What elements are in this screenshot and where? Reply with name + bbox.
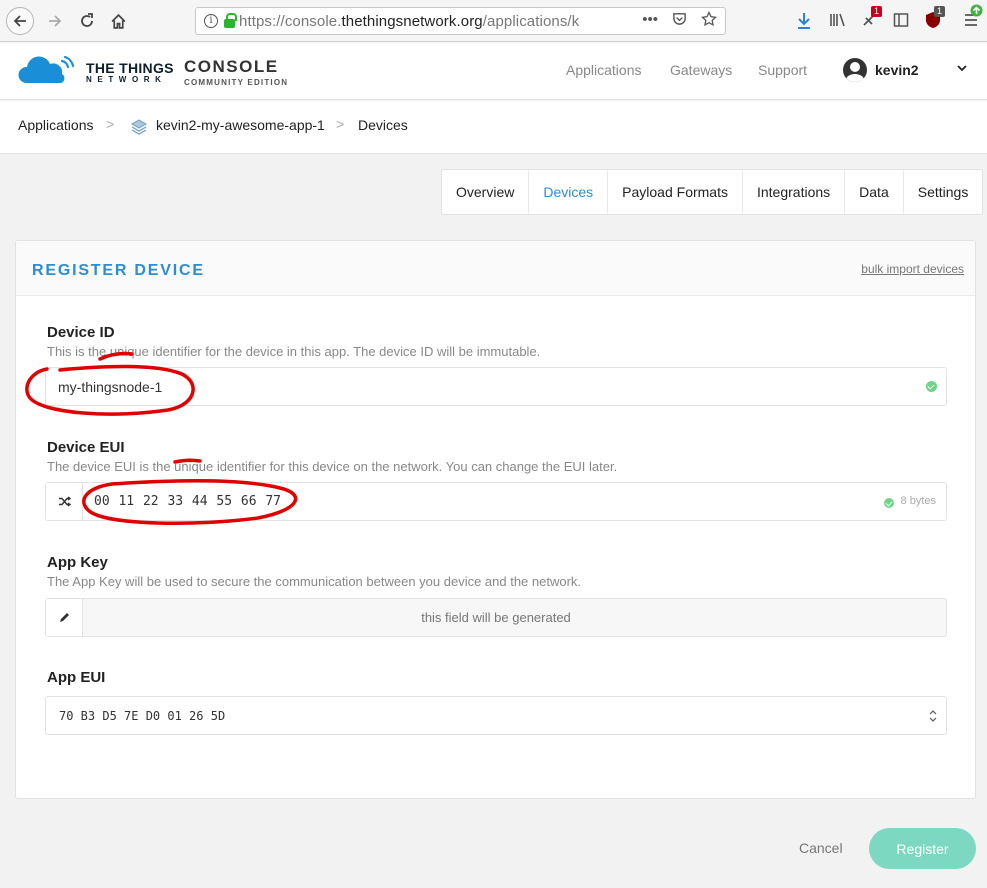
app-eui-select[interactable]: 70 B3 D5 7E D0 01 26 5D <box>45 696 947 735</box>
tab-settings[interactable]: Settings <box>904 170 983 214</box>
register-button[interactable]: Register <box>869 828 976 869</box>
ttn-cloud-logo-icon[interactable] <box>18 55 76 85</box>
register-device-card: REGISTER DEVICE bulk import devices Devi… <box>15 240 976 799</box>
reload-icon <box>81 13 93 27</box>
app-eui-value: 70 B3 D5 7E D0 01 26 5D <box>59 709 226 723</box>
browser-toolbar: i https://console.thethingsnetwork.org/a… <box>0 0 987 42</box>
ublock-badge: 1 <box>934 6 946 17</box>
check-icon <box>926 381 937 392</box>
logo-text-network: NETWORK <box>86 75 167 84</box>
device-id-value: my-thingsnode-1 <box>58 379 163 395</box>
device-eui-label: Device EUI <box>47 439 125 456</box>
app-key-description: The App Key will be used to secure the c… <box>47 574 582 589</box>
bookmark-star-icon[interactable] <box>701 11 717 27</box>
device-eui-value: 00 11 22 33 44 55 66 77 <box>94 494 282 509</box>
select-arrows-icon <box>929 710 937 722</box>
reload-button[interactable] <box>74 8 100 34</box>
url-bar[interactable]: i https://console.thethingsnetwork.org/a… <box>195 7 726 35</box>
tab-data[interactable]: Data <box>845 170 904 214</box>
app-eui-label: App EUI <box>47 669 106 686</box>
app-header: THE THINGS NETWORK CONSOLE COMMUNITY EDI… <box>0 43 987 100</box>
arrow-left-icon <box>13 15 26 27</box>
app-key-placeholder: this field will be generated <box>421 610 571 625</box>
nav-support[interactable]: Support <box>758 62 807 78</box>
app-key-field[interactable]: this field will be generated <box>45 598 947 637</box>
breadcrumb-applications[interactable]: Applications <box>18 117 94 133</box>
logo-text-the-things: THE THINGS <box>86 60 174 76</box>
tab-integrations[interactable]: Integrations <box>743 170 846 214</box>
nav-applications[interactable]: Applications <box>566 62 642 78</box>
device-id-description: This is the unique identifier for the de… <box>47 344 541 359</box>
device-eui-field[interactable]: 00 11 22 33 44 55 66 77 8 bytes <box>45 482 947 521</box>
card-header: REGISTER DEVICE bulk import devices <box>16 241 975 296</box>
arrow-right-icon <box>49 15 62 27</box>
forward-button[interactable] <box>42 8 68 34</box>
breadcrumb: Applications > kevin2-my-awesome-app-1 >… <box>0 101 987 154</box>
breadcrumb-application[interactable]: kevin2-my-awesome-app-1 <box>156 117 325 133</box>
library-icon[interactable] <box>829 12 846 28</box>
tab-devices[interactable]: Devices <box>529 170 609 214</box>
avatar[interactable] <box>843 58 867 82</box>
chevron-down-icon[interactable] <box>957 63 967 73</box>
tab-payload-formats[interactable]: Payload Formats <box>608 170 743 214</box>
back-button[interactable] <box>6 7 34 35</box>
edition-label: COMMUNITY EDITION <box>184 78 289 87</box>
nav-gateways[interactable]: Gateways <box>670 62 732 78</box>
bulk-import-link[interactable]: bulk import devices <box>861 262 964 276</box>
breadcrumb-separator: > <box>336 116 345 132</box>
home-icon <box>111 13 125 29</box>
randomize-button[interactable] <box>46 483 83 520</box>
device-id-label: Device ID <box>47 324 115 341</box>
layers-icon <box>130 119 148 135</box>
breadcrumb-separator: > <box>106 116 115 132</box>
pocket-icon[interactable] <box>672 11 687 26</box>
device-eui-description: The device EUI is the unique identifier … <box>47 459 618 474</box>
check-icon <box>884 498 894 508</box>
device-id-field[interactable]: my-thingsnode-1 <box>45 367 947 406</box>
tab-overview[interactable]: Overview <box>442 170 530 214</box>
tab-bar: Overview Devices Payload Formats Integra… <box>441 169 984 215</box>
info-icon[interactable]: i <box>204 14 218 28</box>
page-actions-icon[interactable]: ••• <box>642 11 658 28</box>
app-key-label: App Key <box>47 554 108 571</box>
lock-icon <box>224 13 237 28</box>
page-title: REGISTER DEVICE <box>32 262 205 279</box>
update-arrow-icon <box>970 4 983 17</box>
breadcrumb-devices: Devices <box>358 117 408 133</box>
console-title: CONSOLE <box>184 57 279 76</box>
download-icon[interactable] <box>796 12 812 30</box>
home-button[interactable] <box>105 8 131 34</box>
sidebar-icon[interactable] <box>893 12 909 28</box>
byte-count: 8 bytes <box>900 495 936 507</box>
shuffle-icon <box>58 496 71 507</box>
extension-badge: 1 <box>871 6 883 17</box>
user-name[interactable]: kevin2 <box>875 62 919 78</box>
cancel-button[interactable]: Cancel <box>799 840 843 856</box>
url-text: https://console.thethingsnetwork.org/app… <box>239 12 580 30</box>
